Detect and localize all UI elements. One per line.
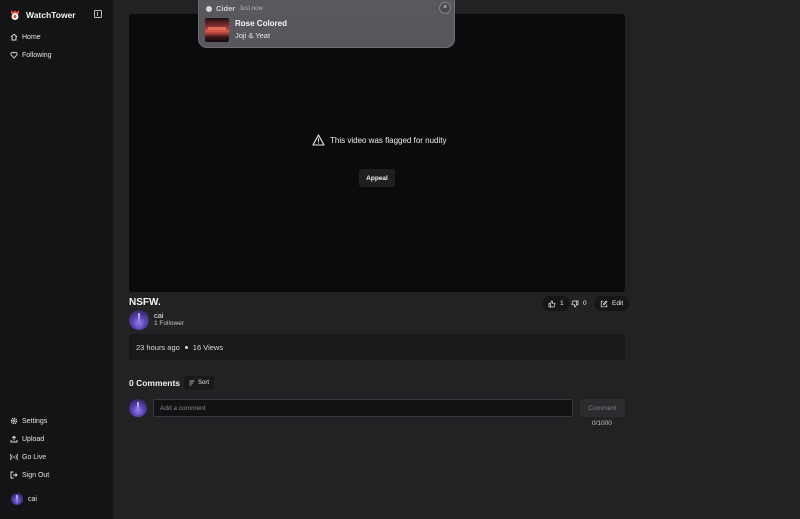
comments-title: 0 Comments [129, 378, 181, 388]
album-art [205, 18, 229, 42]
comment-avatar [129, 399, 147, 417]
sidebar-item-label: Home [22, 33, 41, 41]
heart-icon [10, 51, 18, 59]
sidebar-item-label: Settings [22, 417, 48, 425]
notification-header: Cider Just now [206, 4, 263, 13]
channel-avatar[interactable] [129, 310, 149, 330]
view-count: 16 Views [192, 342, 224, 352]
follower-count: 1 Follower [154, 320, 184, 327]
sidebar-item-go-live[interactable]: Go Live [10, 453, 46, 461]
notification-app: Cider [216, 4, 236, 13]
posted-time: 23 hours ago [136, 342, 180, 352]
sidebar-item-label: Go Live [22, 453, 47, 461]
sidebar-item-label: Upload [22, 435, 45, 443]
sidebar-item-sign-out[interactable]: Sign Out [10, 471, 49, 479]
comment-input[interactable] [153, 399, 573, 417]
sidebar-item-label: Sign Out [22, 471, 50, 479]
sidebar-item-settings[interactable]: Settings [10, 417, 47, 425]
sort-label: Sort [198, 380, 210, 386]
song-title: Rose Colored [235, 19, 288, 28]
gear-icon [10, 417, 18, 425]
brand[interactable]: WatchTower [9, 9, 76, 21]
music-notification[interactable]: Cider Just now × Rose Colored Joji & Yea… [198, 0, 455, 48]
close-icon[interactable]: × [439, 2, 451, 14]
edit-button[interactable]: Edit [594, 296, 630, 311]
song-artist: Joji & Yeat [235, 31, 271, 40]
flag-message: This video was flagged for nudity [330, 135, 447, 145]
separator-dot [184, 345, 188, 349]
video-meta: 23 hours ago 16 Views [129, 334, 625, 360]
sort-button[interactable]: Sort [184, 376, 215, 390]
like-count: 1 [560, 300, 564, 307]
avatar [11, 493, 23, 505]
sidebar-user[interactable]: cai [11, 493, 37, 505]
brand-name: WatchTower [26, 10, 76, 20]
edit-label: Edit [612, 300, 624, 307]
flag-notice: This video was flagged for nudity [312, 134, 447, 146]
sort-icon [189, 380, 195, 386]
watchtower-logo-icon [11, 10, 19, 20]
home-icon [10, 33, 18, 41]
dislike-count: 0 [583, 300, 587, 307]
thumbs-down-icon [571, 300, 579, 307]
sidebar-item-upload[interactable]: Upload [10, 435, 44, 443]
video-title: NSFW. [129, 297, 161, 308]
comment-submit-button[interactable]: Comment [580, 399, 625, 417]
sidebar: WatchTower Home Following Settings Uploa… [0, 0, 114, 519]
upload-icon [10, 435, 18, 443]
sidebar-user-name: cai [28, 495, 37, 503]
sidebar-item-home[interactable]: Home [10, 33, 41, 41]
dislike-button[interactable]: 0 [565, 296, 593, 311]
comment-char-count: 0/1000 [592, 420, 612, 427]
appeal-button[interactable]: Appeal [359, 169, 395, 187]
notification-time: Just now [239, 5, 263, 12]
warning-icon [312, 134, 325, 146]
broadcast-icon [10, 453, 18, 461]
sidebar-item-following[interactable]: Following [10, 51, 52, 59]
thumbs-up-icon [548, 300, 556, 307]
collapse-sidebar-icon[interactable] [94, 10, 102, 18]
cider-app-icon [206, 5, 212, 12]
channel-name[interactable]: cai [154, 311, 164, 320]
sign-out-icon [10, 471, 18, 479]
sidebar-item-label: Following [22, 51, 52, 59]
edit-icon [600, 300, 608, 307]
video-player[interactable]: This video was flagged for nudity Appeal [129, 14, 625, 292]
